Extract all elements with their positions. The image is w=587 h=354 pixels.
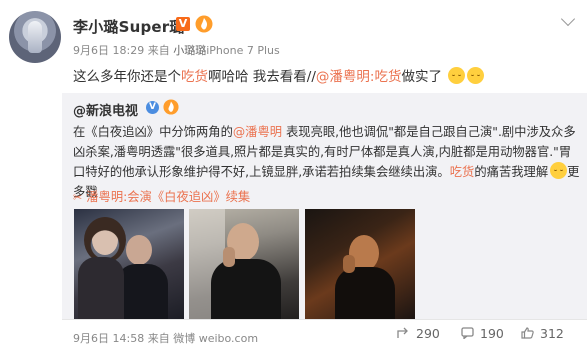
source-app[interactable]: 小璐璐 [173,44,206,57]
person-shape [335,267,395,319]
hand-shape [343,255,355,273]
article-link[interactable]: ✂ 潘粤明:会演《白夜追凶》续集 [73,187,250,205]
mention-link[interactable]: @潘粤明 [316,69,370,85]
person-shape [78,257,124,319]
repost-text-c: 的痛苦我理解 [474,165,549,179]
source-device[interactable]: iPhone 7 Plus [206,44,280,57]
source-prefix: 来自 [147,44,170,57]
author-avatar[interactable] [9,11,61,63]
post-text-4: 做实了 [401,69,442,85]
repost-button[interactable]: 290 [397,326,440,341]
repost-count: 290 [416,326,440,341]
repost-text-a: 在《白夜追凶》中分饰两角的 [73,125,233,139]
repost-time[interactable]: 9月6日 14:58 [73,332,144,345]
thumbs-up-icon [521,327,534,339]
keyword-link[interactable]: 吃货 [450,165,475,179]
level-flame-icon[interactable] [195,15,213,33]
verified-icon: V [146,101,159,114]
mention-link[interactable]: @潘粤明 [233,125,282,139]
photo-thumbnail[interactable] [189,209,299,319]
post-content: 这么多年你还是个吃货啊哈哈 我去看看//@潘粤明:吃货做实了 [73,65,485,85]
comment-icon [461,327,474,340]
share-icon [397,327,408,338]
like-count: 312 [540,326,564,341]
repost-source-prefix: 来自 [147,332,170,345]
post-meta: 9月6日 18:29 来自 小璐璐iPhone 7 Plus [73,42,280,58]
repost-meta: 9月6日 14:58 来自 微博 weibo.com [73,330,258,346]
like-button[interactable]: 312 [521,326,564,341]
repost-source[interactable]: 微博 weibo.com [173,332,258,345]
article-link-text[interactable]: 潘粤明:会演《白夜追凶》续集 [86,190,250,204]
avatar-figure [28,21,42,53]
keyword-link[interactable]: 吃货 [181,69,208,85]
person-shape [211,259,281,319]
author-name[interactable]: 李小璐Super璐 [73,16,185,37]
repost-author[interactable]: @新浪电视 [73,100,138,119]
chevron-down-icon[interactable] [560,11,576,27]
post-time[interactable]: 9月6日 18:29 [73,44,144,57]
repost-card[interactable]: @新浪电视 V 在《白夜追凶》中分饰两角的@潘粤明 表现亮眼,他也调侃"都是自己… [62,93,587,319]
comment-button[interactable]: 190 [461,326,504,341]
person-shape [126,235,152,265]
post-text-1: 这么多年你还是个 [73,69,181,85]
divider [62,319,587,320]
comment-count: 190 [480,326,504,341]
photo-thumbnail[interactable] [305,209,415,319]
level-flame-icon[interactable] [163,99,179,115]
link-icon: ✂ [73,191,83,204]
sad-face-icon [448,67,466,84]
sad-face-icon [467,67,485,84]
mention-quote: :吃货 [369,69,402,85]
hand-shape [223,247,235,267]
photo-thumbnail[interactable] [74,209,184,319]
laughing-face-icon [550,162,568,179]
vip-badge[interactable]: V [176,17,190,31]
post-text-2: 啊哈哈 我去看看// [208,69,316,85]
